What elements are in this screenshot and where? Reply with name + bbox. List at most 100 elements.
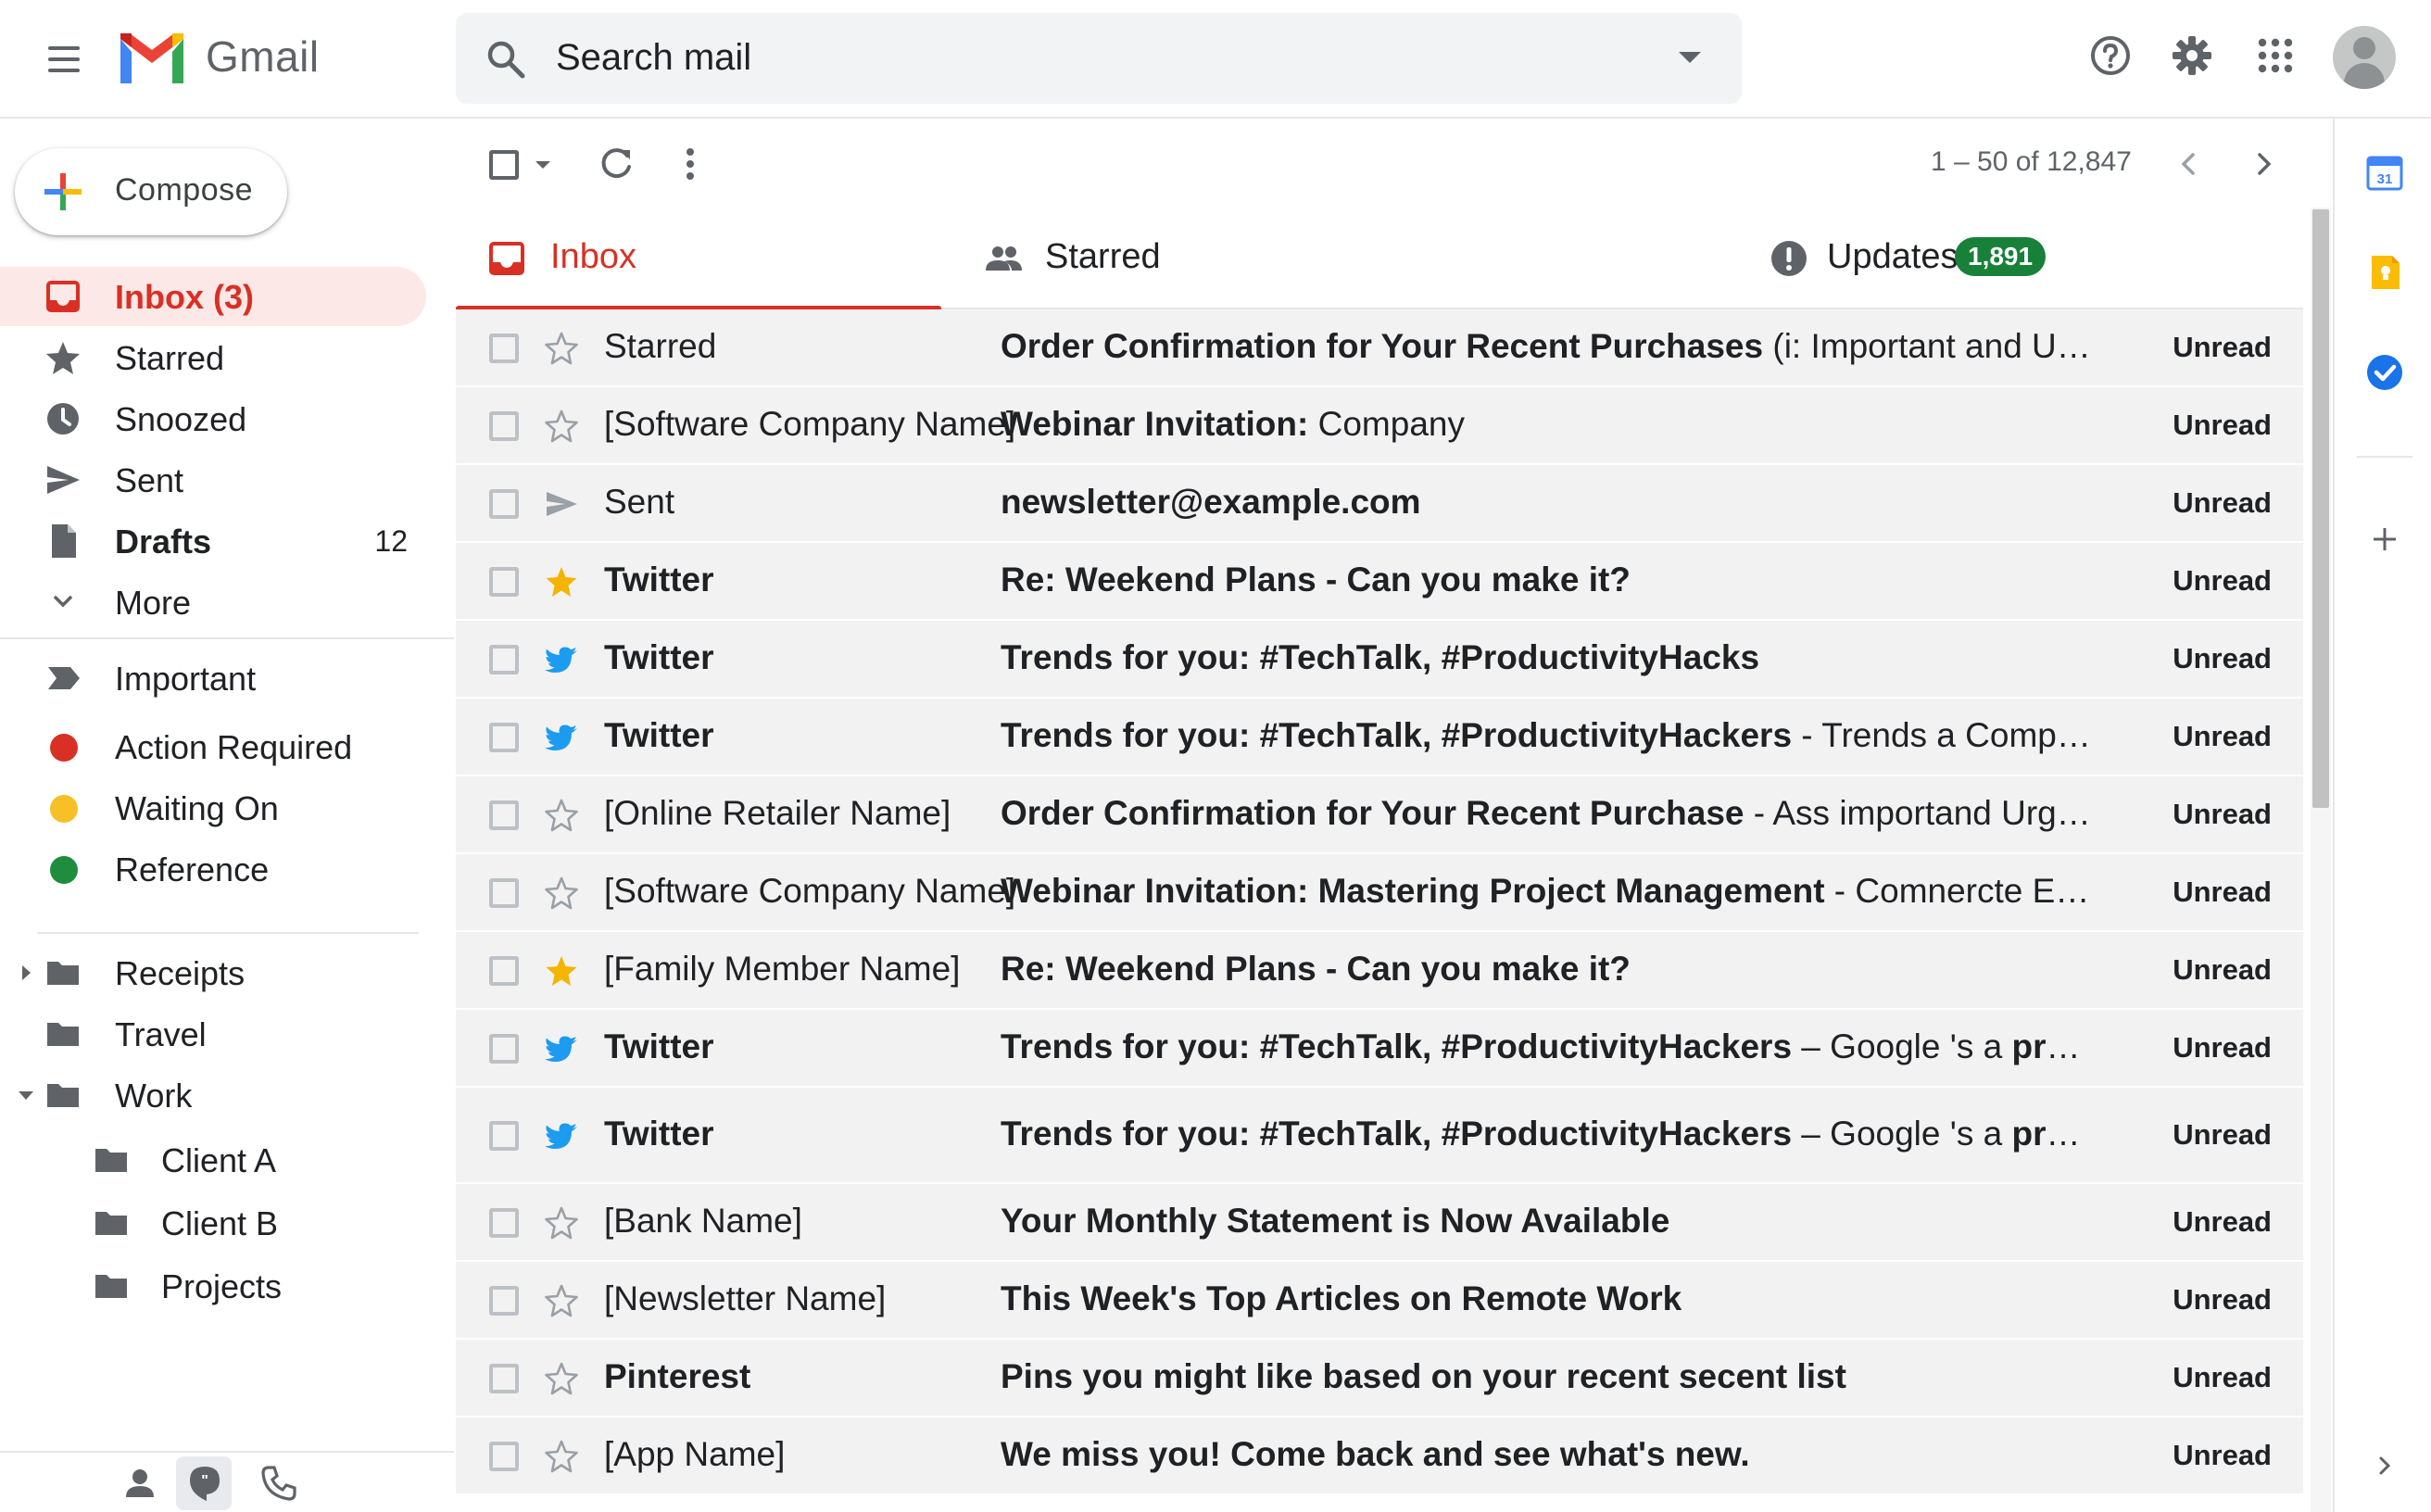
email-status: Unread bbox=[2173, 1283, 2272, 1316]
email-row[interactable]: Pinterest Pins you might like based on yo… bbox=[456, 1340, 2303, 1418]
email-select-checkbox[interactable] bbox=[489, 723, 519, 752]
search-bar[interactable] bbox=[456, 13, 1742, 104]
email-select-checkbox[interactable] bbox=[489, 1442, 519, 1471]
email-row[interactable]: Twitter Trends for you: #TechTalk, #Produ… bbox=[456, 1088, 2303, 1184]
star-outline-icon[interactable] bbox=[543, 1360, 580, 1397]
star-filled-icon[interactable] bbox=[543, 952, 580, 989]
account-avatar[interactable] bbox=[2333, 26, 2396, 89]
email-row[interactable]: [Family Member Name] Re: Weekend Plans - … bbox=[456, 932, 2303, 1010]
sidebar-item-important[interactable]: Important bbox=[0, 649, 426, 708]
email-row[interactable]: Twitter Trends for you: #TechTalk, #Produ… bbox=[456, 699, 2303, 776]
search-options-dropdown-icon[interactable] bbox=[1679, 52, 1701, 63]
email-select-checkbox[interactable] bbox=[489, 334, 519, 363]
main-menu-icon[interactable] bbox=[43, 39, 85, 82]
email-row[interactable]: Sent newsletter@example.com Unread bbox=[456, 465, 2303, 543]
email-row[interactable]: Twitter Trends for you: #TechTalk, #Produ… bbox=[456, 1010, 2303, 1088]
email-select-checkbox[interactable] bbox=[489, 800, 519, 830]
email-list-scrollbar[interactable] bbox=[2311, 208, 2331, 1512]
select-options-caret-icon[interactable] bbox=[535, 161, 550, 169]
email-row[interactable]: [Software Company Name] Webinar Invitatio… bbox=[456, 854, 2303, 932]
chevron-left-icon[interactable] bbox=[2172, 146, 2207, 182]
sidebar-item-waiting-on[interactable]: Waiting On bbox=[0, 778, 426, 838]
sidebar-item-snoozed[interactable]: Snoozed bbox=[0, 389, 426, 448]
email-subject: newsletter@example.com bbox=[1001, 483, 1421, 521]
email-select-checkbox[interactable] bbox=[489, 1286, 519, 1316]
sidebar-folder-client-b[interactable]: Client B bbox=[0, 1193, 426, 1253]
email-subject: Order Confirmation for Your Recent Purch… bbox=[1001, 327, 1764, 365]
twitter-icon[interactable] bbox=[543, 719, 580, 756]
star-outline-icon[interactable] bbox=[543, 1282, 580, 1319]
twitter-icon[interactable] bbox=[543, 1030, 580, 1067]
twitter-icon[interactable] bbox=[543, 641, 580, 678]
tab-starred[interactable]: Starred bbox=[984, 208, 1540, 309]
email-row[interactable]: Twitter Trends for you: #TechTalk, #Produ… bbox=[456, 621, 2303, 699]
send-icon[interactable] bbox=[543, 485, 580, 523]
email-subject-line: newsletter@example.com bbox=[1001, 483, 2094, 522]
keep-notes-icon[interactable] bbox=[2364, 252, 2405, 293]
svg-text:31: 31 bbox=[2377, 171, 2393, 187]
email-select-checkbox[interactable] bbox=[489, 489, 519, 519]
star-outline-icon[interactable] bbox=[543, 1438, 580, 1475]
sidebar-item-sent[interactable]: Sent bbox=[0, 450, 426, 510]
sidebar-item-inbox[interactable]: Inbox (3) bbox=[0, 267, 426, 326]
email-subject-line: We miss you! Come back and see what's ne… bbox=[1001, 1435, 2094, 1474]
email-row[interactable]: [App Name] We miss you! Come back and see… bbox=[456, 1418, 2303, 1495]
sidebar-item-more[interactable]: More bbox=[0, 573, 426, 632]
apps-grid-icon[interactable] bbox=[2253, 33, 2298, 78]
email-select-checkbox[interactable] bbox=[489, 567, 519, 597]
compose-button[interactable]: Compose bbox=[15, 148, 287, 235]
star-outline-icon[interactable] bbox=[543, 875, 580, 912]
add-addon-plus-icon[interactable] bbox=[2364, 519, 2405, 560]
search-icon[interactable] bbox=[485, 39, 526, 80]
star-filled-icon[interactable] bbox=[543, 563, 580, 600]
sidebar-folder-projects[interactable]: Projects bbox=[0, 1256, 426, 1316]
contacts-person-icon[interactable] bbox=[119, 1462, 161, 1505]
select-all-checkbox[interactable] bbox=[489, 150, 519, 180]
sidebar-item-action-required[interactable]: Action Required bbox=[0, 717, 426, 776]
sidebar-item-reference[interactable]: Reference bbox=[0, 839, 426, 899]
scrollbar-thumb[interactable] bbox=[2312, 209, 2329, 808]
sidebar-item-drafts[interactable]: Drafts 12 bbox=[0, 511, 426, 571]
email-row[interactable]: Starred Order Confirmation for Your Recen… bbox=[456, 309, 2303, 387]
help-icon[interactable] bbox=[2088, 33, 2133, 78]
label-color-dot bbox=[50, 856, 78, 884]
calendar-icon[interactable]: 31 bbox=[2364, 152, 2405, 193]
collapse-arrow-icon[interactable] bbox=[17, 1088, 35, 1102]
email-select-checkbox[interactable] bbox=[489, 1121, 519, 1151]
email-select-checkbox[interactable] bbox=[489, 1034, 519, 1064]
refresh-icon[interactable] bbox=[597, 145, 636, 183]
sidebar-folder-travel[interactable]: Travel bbox=[0, 1004, 426, 1064]
tab-inbox[interactable]: Inbox bbox=[456, 208, 941, 311]
tab-updates[interactable]: Updates 1,891 bbox=[1770, 208, 2251, 309]
search-input[interactable] bbox=[556, 30, 1593, 85]
sidebar-folder-receipts[interactable]: Receipts bbox=[0, 943, 426, 1002]
email-select-checkbox[interactable] bbox=[489, 645, 519, 674]
chevron-right-icon[interactable] bbox=[2246, 146, 2281, 182]
star-outline-icon[interactable] bbox=[543, 330, 580, 367]
email-select-checkbox[interactable] bbox=[489, 878, 519, 908]
tasks-check-icon[interactable] bbox=[2364, 352, 2405, 393]
email-row[interactable]: Twitter Re: Weekend Plans - Can you make … bbox=[456, 543, 2303, 621]
expand-panel-chevron-icon[interactable] bbox=[2364, 1445, 2405, 1486]
hangouts-chat-icon[interactable]: " bbox=[183, 1462, 226, 1505]
email-row[interactable]: [Newsletter Name] This Week's Top Article… bbox=[456, 1262, 2303, 1340]
star-outline-icon[interactable] bbox=[543, 1204, 580, 1241]
expand-arrow-icon[interactable] bbox=[19, 964, 33, 982]
email-row[interactable]: [Software Company Name] Webinar Invitatio… bbox=[456, 387, 2303, 465]
email-select-checkbox[interactable] bbox=[489, 1208, 519, 1238]
star-outline-icon[interactable] bbox=[543, 408, 580, 445]
email-select-checkbox[interactable] bbox=[489, 411, 519, 441]
sidebar-folder-client-a[interactable]: Client A bbox=[0, 1130, 426, 1190]
settings-gear-icon[interactable] bbox=[2170, 33, 2214, 78]
sidebar-folder-work[interactable]: Work bbox=[0, 1065, 426, 1125]
email-row[interactable]: [Online Retailer Name] Order Confirmation… bbox=[456, 776, 2303, 854]
email-row[interactable]: [Bank Name] Your Monthly Statement is Now… bbox=[456, 1184, 2303, 1262]
email-select-checkbox[interactable] bbox=[489, 1364, 519, 1393]
email-select-checkbox[interactable] bbox=[489, 956, 519, 986]
star-outline-icon[interactable] bbox=[543, 797, 580, 834]
email-subject: Webinar Invitation: bbox=[1001, 405, 1309, 443]
twitter-icon[interactable] bbox=[543, 1117, 580, 1154]
more-vert-icon[interactable] bbox=[671, 145, 710, 183]
sidebar-item-starred[interactable]: Starred bbox=[0, 328, 426, 387]
phone-call-icon[interactable] bbox=[258, 1462, 300, 1505]
